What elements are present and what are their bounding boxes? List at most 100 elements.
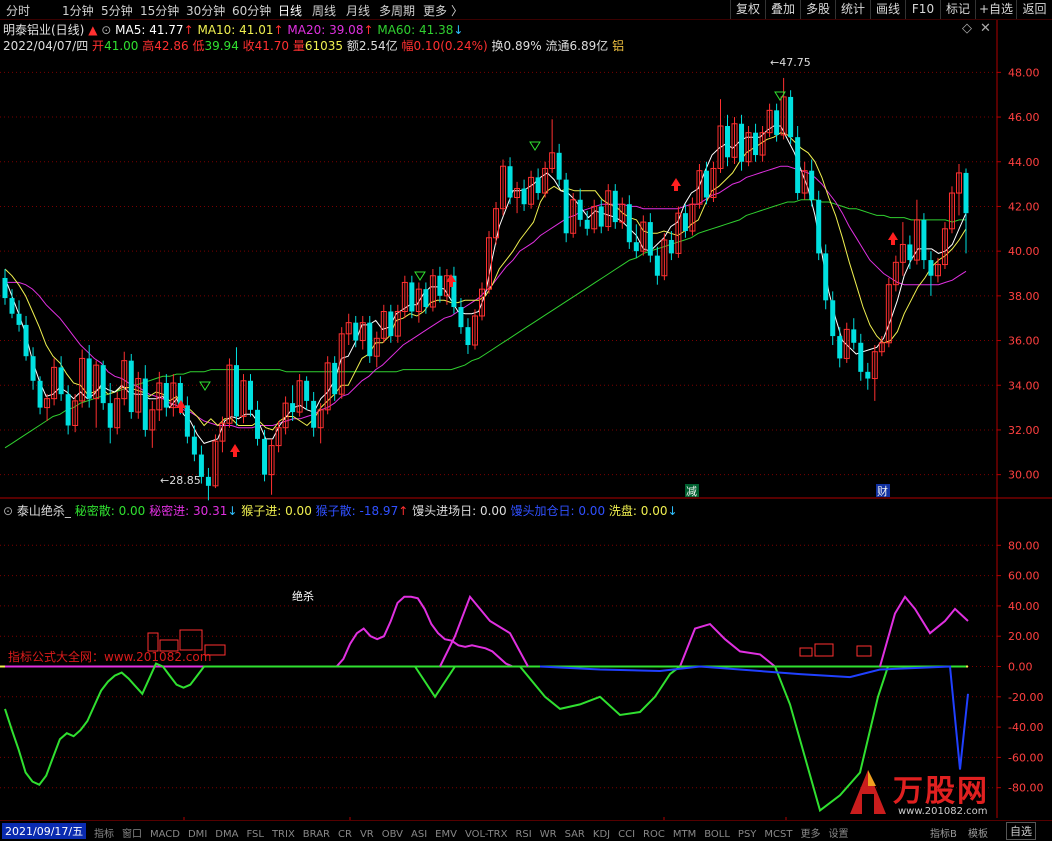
indicator-tab[interactable]: 指标 [94, 829, 114, 840]
candle-body [577, 199, 583, 220]
candle-body [100, 365, 106, 404]
indicator-tab[interactable]: MACD [150, 829, 180, 840]
candle-body [816, 199, 822, 254]
buy-signal-icon [449, 282, 453, 287]
candle-body [703, 170, 709, 198]
candle-body [774, 110, 780, 135]
indicator-tab[interactable]: RSI [515, 829, 531, 840]
candle-body [290, 403, 296, 413]
indicator-tab[interactable]: BRAR [303, 829, 330, 840]
candle-body [255, 409, 261, 439]
candle-body [248, 380, 254, 410]
indicator-tab[interactable]: MCST [764, 829, 792, 840]
juesha-annotation: 绝杀 [292, 589, 314, 603]
watchlist-page-button[interactable]: 自选 [1006, 822, 1036, 840]
ma20-line [5, 165, 967, 429]
candle-body [262, 438, 268, 475]
candle-body [788, 96, 794, 138]
mimi-jin-line [879, 595, 969, 667]
candle-body [633, 242, 639, 252]
watermark-logo: 万股网 www.201082.com [838, 762, 1038, 818]
indicator-tab[interactable]: VR [360, 829, 374, 840]
indicator-tick-label: -40.00 [1008, 721, 1043, 734]
candle-body [907, 244, 913, 261]
candle-body [142, 378, 148, 430]
indicator-tab[interactable]: SAR [565, 829, 585, 840]
candle-body [304, 380, 310, 401]
indicator-tab[interactable]: FSL [246, 829, 264, 840]
indicator-tab[interactable]: TRIX [272, 829, 295, 840]
candle-body [584, 219, 590, 229]
indicator-tab[interactable]: CR [338, 829, 352, 840]
indicator-tab[interactable]: 窗口 [122, 829, 142, 840]
indicator-tab[interactable]: VOL-TRX [465, 829, 508, 840]
tab-template[interactable]: 模板 [968, 825, 988, 840]
candle-body [809, 170, 815, 200]
ma60-line [4, 199, 966, 449]
indicator-lines [0, 594, 969, 813]
buy-signal-icon [671, 178, 681, 186]
indicator-tab[interactable]: EMV [435, 829, 457, 840]
candlestick-series [2, 77, 969, 501]
indicator-tab[interactable]: DMA [215, 829, 238, 840]
candle-body [556, 152, 562, 180]
candle-body [465, 327, 471, 346]
buy-signal-icon [179, 408, 183, 413]
price-tick-label: 40.00 [1008, 245, 1040, 258]
candle-body [233, 365, 239, 417]
candle-body [388, 311, 394, 337]
candle-body [753, 132, 759, 156]
price-tick-label: 48.00 [1008, 66, 1040, 79]
mantou-box [856, 645, 872, 657]
indicator-tab[interactable]: 设置 [829, 829, 849, 840]
buy-signal-icon [230, 444, 240, 452]
candle-body [409, 282, 415, 312]
indicator-tab[interactable]: CCI [618, 829, 635, 840]
candle-body [598, 206, 604, 227]
indicator-tab[interactable]: BOLL [704, 829, 730, 840]
indicator-tab[interactable]: 更多 [801, 829, 821, 840]
candle-body [795, 137, 801, 194]
indicator-tab[interactable]: WR [540, 829, 557, 840]
indicator-tab[interactable]: MTM [673, 829, 696, 840]
price-tick-label: 32.00 [1008, 424, 1040, 437]
candle-body [458, 307, 464, 328]
chart-grid [0, 20, 1052, 821]
candle-body [668, 239, 674, 254]
indicator-tab[interactable]: OBV [382, 829, 403, 840]
candle-body [107, 403, 113, 428]
high-annotation: ←47.75 [770, 56, 811, 69]
candle-body [535, 177, 541, 194]
indicator-tab[interactable]: DMI [188, 829, 207, 840]
candle-body [830, 300, 836, 337]
candle-body [963, 172, 969, 214]
price-axis: 30.00 32.00 34.00 36.00 38.00 40.00 42.00 44.00… [997, 66, 1040, 482]
indicator-tab[interactable]: ROC [643, 829, 665, 840]
sell-signal-icon [414, 271, 426, 281]
indicator-tabs: 指标 窗口 MACD DMI DMA FSL TRIX BRAR CR VR OBV ASI EMV VO… [94, 825, 857, 840]
indicator-tick-label: 40.00 [1008, 600, 1040, 613]
ma10-line [4, 132, 967, 431]
moving-average-lines [4, 125, 967, 449]
event-marker-cai: 财 [877, 484, 888, 498]
mimi-jin-line [679, 622, 776, 668]
candle-body [9, 298, 15, 314]
candle-body [332, 362, 338, 395]
buy-signal-icon [888, 232, 898, 240]
watermark-text: 指标公式大全网：www.201082.com [8, 650, 212, 664]
indicator-tick-label: 0.00 [1008, 661, 1033, 674]
mantou-box [799, 647, 813, 657]
candle-body [437, 275, 443, 296]
candle-body [858, 342, 864, 372]
candle-body [928, 260, 934, 276]
mantou-box [179, 629, 203, 651]
event-marker-jian: 减 [686, 485, 697, 498]
indicator-tab[interactable]: PSY [738, 829, 757, 840]
sell-signal-icon [529, 141, 541, 151]
price-tick-label: 46.00 [1008, 111, 1040, 124]
price-tick-label: 42.00 [1008, 200, 1040, 213]
indicator-tab[interactable]: ASI [411, 829, 427, 840]
tab-indicator-b[interactable]: 指标B [930, 825, 957, 840]
indicator-tab[interactable]: KDJ [593, 829, 610, 840]
low-annotation: ←28.85 [160, 474, 201, 487]
